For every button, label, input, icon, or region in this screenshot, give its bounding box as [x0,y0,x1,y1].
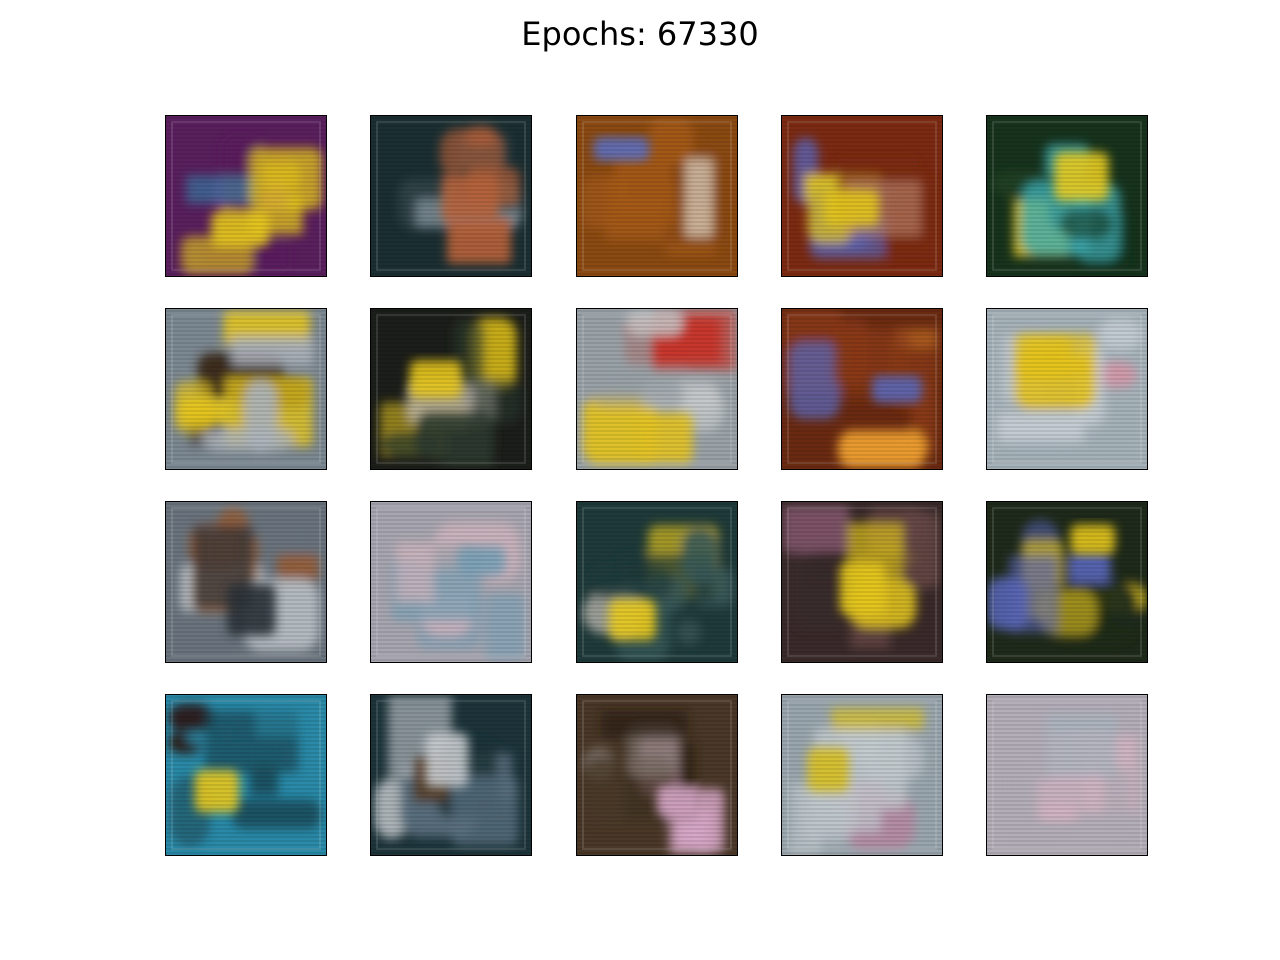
sample-r1-c1 [165,115,327,277]
sample-r1-c3 [576,115,738,277]
sample-r1-c5 [986,115,1148,277]
sample-r2-c3 [576,308,738,470]
sample-r1-c2 [370,115,532,277]
sample-r3-c5 [986,501,1148,663]
sample-r4-c1 [165,694,327,856]
sample-r3-c4 [781,501,943,663]
sample-r2-c5 [986,308,1148,470]
sample-r3-c2 [370,501,532,663]
sample-r4-c5 [986,694,1148,856]
sample-r2-c1 [165,308,327,470]
figure-title: Epochs: 67330 [521,15,759,53]
sample-r4-c4 [781,694,943,856]
sample-r4-c3 [576,694,738,856]
sample-r1-c4 [781,115,943,277]
sample-r2-c4 [781,308,943,470]
sample-r4-c2 [370,694,532,856]
sample-r2-c2 [370,308,532,470]
sample-r3-c3 [576,501,738,663]
sample-r3-c1 [165,501,327,663]
